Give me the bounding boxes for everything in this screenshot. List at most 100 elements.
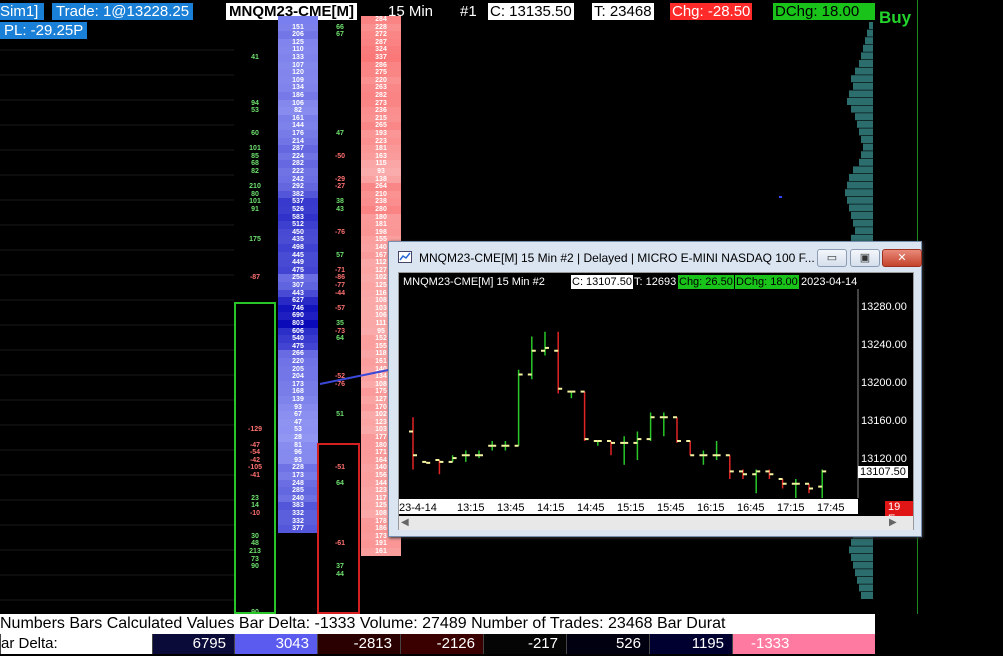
volume-profile-bar bbox=[869, 22, 873, 29]
volume-profile-bar bbox=[851, 538, 873, 546]
ohlc-bar bbox=[461, 450, 470, 462]
ohlc-bar bbox=[646, 412, 655, 441]
ohlc-bar bbox=[514, 369, 523, 447]
price-marker bbox=[779, 196, 782, 198]
last-price-label: 13107.50 bbox=[858, 466, 908, 478]
delta-cell: 526 bbox=[566, 634, 649, 654]
volume-profile-bar bbox=[851, 75, 873, 83]
volume-profile-bar bbox=[857, 120, 873, 128]
ohlc-bar bbox=[488, 441, 497, 451]
ohlc-bar bbox=[607, 440, 615, 456]
maximize-button[interactable]: ▣ bbox=[850, 249, 880, 267]
delta-cell: 6795 bbox=[152, 634, 234, 654]
volume-profile-bar bbox=[857, 576, 873, 584]
ohlc-bar bbox=[765, 469, 774, 479]
volume-profile-bar bbox=[859, 128, 873, 136]
ohlc-bar bbox=[567, 390, 576, 399]
volume-profile-bar bbox=[855, 227, 873, 235]
volume-profile-bar bbox=[865, 37, 873, 45]
y-tick-label: 13240.00 bbox=[861, 339, 907, 351]
ohlc-bar bbox=[778, 478, 787, 489]
scroll-right-icon[interactable]: ▶ bbox=[889, 517, 897, 528]
mini-chart[interactable]: MNQM23-CME[M] 15 Min #2 C: 13107.50 T: 1… bbox=[398, 272, 914, 530]
volume-profile-bar bbox=[863, 44, 873, 52]
volume-profile-bar bbox=[849, 204, 873, 212]
x-tick-label: 17:45 bbox=[817, 502, 845, 514]
ohlc-bar bbox=[527, 336, 536, 380]
x-tick-label: 15:45 bbox=[657, 502, 685, 514]
x-axis-date: 23-4-14 bbox=[399, 502, 437, 514]
chart-window-icon bbox=[398, 251, 412, 263]
ohlc-bar bbox=[501, 441, 510, 451]
x-tick-label: 17:15 bbox=[777, 502, 805, 514]
volume-profile-bar bbox=[855, 113, 873, 121]
scroll-left-icon[interactable]: ◀ bbox=[401, 517, 409, 528]
ohlc-bar bbox=[580, 390, 589, 441]
x-tick-label: 16:15 bbox=[697, 502, 725, 514]
volume-profile-bar bbox=[853, 219, 873, 227]
window-title: MNQM23-CME[M] 15 Min #2 | Delayed | MICR… bbox=[419, 251, 815, 265]
ohlc-bar bbox=[818, 469, 827, 498]
volume-profile-bar bbox=[855, 67, 873, 75]
y-tick-label: 13120.00 bbox=[861, 453, 907, 465]
ohlc-bar bbox=[475, 450, 483, 459]
volume-profile-bar bbox=[847, 181, 873, 189]
ohlc-bar bbox=[593, 440, 602, 446]
x-tick-label: 13:15 bbox=[457, 502, 485, 514]
volume-profile-bar bbox=[859, 60, 873, 67]
y-tick-label: 13200.00 bbox=[861, 377, 907, 389]
status-bar: Numbers Bars Calculated Values Bar Delta… bbox=[0, 614, 875, 634]
minimize-button[interactable]: ▭ bbox=[817, 249, 847, 267]
volume-profile-bar bbox=[847, 196, 873, 204]
horizontal-scrollbar[interactable]: ◀ ▶ bbox=[399, 516, 913, 530]
buy-button[interactable]: Buy bbox=[879, 8, 911, 28]
ohlc-bar bbox=[686, 440, 695, 457]
close-button[interactable]: ✕ bbox=[882, 249, 922, 267]
ohlc-bar bbox=[448, 455, 457, 463]
ohlc-bar bbox=[699, 450, 708, 465]
x-tick-label: 14:45 bbox=[577, 502, 605, 514]
volume-profile-bar bbox=[851, 554, 873, 561]
delta-cell: -217 bbox=[483, 634, 566, 654]
volume-profile-bar bbox=[847, 98, 873, 105]
delta-cell: -2813 bbox=[317, 634, 400, 654]
volume-profile-bar bbox=[861, 136, 873, 143]
delta-cell: -1333 bbox=[732, 634, 875, 654]
volume-profile-bar bbox=[861, 52, 873, 60]
ohlc-bar bbox=[620, 436, 629, 465]
x-tick-label: 13:45 bbox=[497, 502, 525, 514]
ohlc-bar bbox=[435, 459, 444, 475]
volume-profile-bar bbox=[867, 29, 873, 37]
volume-profile-bar bbox=[849, 546, 873, 554]
volume-profile-bar bbox=[859, 158, 873, 166]
volume-profile-bar bbox=[853, 561, 873, 569]
ohlc-bar bbox=[673, 416, 681, 443]
ohlc-bar bbox=[739, 469, 747, 479]
volume-profile-bar bbox=[849, 90, 873, 98]
ohlc-chart[interactable] bbox=[399, 273, 913, 516]
bar-delta-row: ar Delta: 6795 3043 -2813 -2126 -217 526… bbox=[0, 634, 875, 656]
chart-window[interactable]: MNQM23-CME[M] 15 Min #2 | Delayed | MICR… bbox=[388, 241, 922, 537]
ohlc-bar bbox=[712, 441, 721, 460]
x-tick-label: 15:15 bbox=[617, 502, 645, 514]
bar-delta-label: ar Delta: bbox=[0, 634, 152, 654]
x-tick-label: 16:45 bbox=[737, 502, 765, 514]
volume-profile-bar bbox=[853, 166, 873, 174]
delta-cell: -2126 bbox=[400, 634, 483, 654]
ohlc-bar bbox=[541, 331, 549, 356]
y-tick-label: 13280.00 bbox=[861, 301, 907, 313]
volume-profile-bar bbox=[859, 584, 873, 592]
ohlc-bar bbox=[422, 460, 431, 464]
volume-profile-bar bbox=[851, 212, 873, 219]
volume-profile-bar bbox=[853, 82, 873, 90]
y-tick-label: 13160.00 bbox=[861, 415, 907, 427]
ohlc-bar bbox=[725, 454, 734, 479]
volume-profile-bar bbox=[845, 189, 873, 197]
delta-cell: 1195 bbox=[649, 634, 732, 654]
ohlc-bar bbox=[752, 469, 761, 494]
volume-profile-bar bbox=[855, 569, 873, 577]
delta-cell: 3043 bbox=[234, 634, 317, 654]
volume-profile-bar bbox=[863, 143, 873, 151]
ohlc-bar bbox=[554, 331, 563, 394]
ohlc-bar bbox=[409, 417, 417, 470]
